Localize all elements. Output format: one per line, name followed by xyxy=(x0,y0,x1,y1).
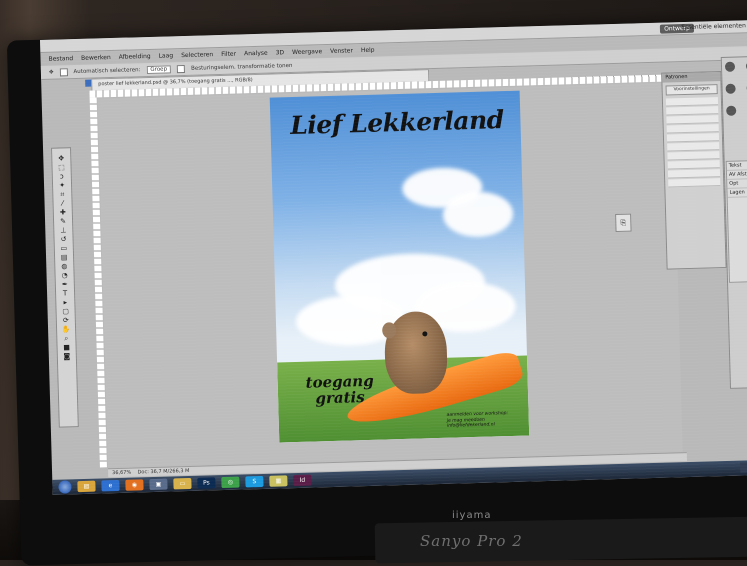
character-panel-tab[interactable]: Tekst xyxy=(727,161,747,171)
preset-item[interactable] xyxy=(667,124,719,133)
monitor-brand: iiyama xyxy=(452,510,491,521)
menu-weergave[interactable]: Weergave xyxy=(292,48,322,56)
menu-analyse[interactable]: Analyse xyxy=(244,49,268,57)
brush-icon[interactable]: ✎ xyxy=(57,217,68,225)
brush-preset-icon[interactable] xyxy=(725,62,735,72)
preset-item[interactable] xyxy=(666,115,718,124)
menu-bewerken[interactable]: Bewerken xyxy=(81,54,111,62)
menu-selecteren[interactable]: Selecteren xyxy=(181,51,213,59)
system-tray[interactable] xyxy=(740,462,747,473)
color-swatch-icon[interactable]: ■ xyxy=(61,343,72,351)
spotify-icon[interactable]: ◎ xyxy=(221,477,239,488)
menu-3d[interactable]: 3D xyxy=(276,49,285,56)
eyedropper-icon[interactable]: ⁄ xyxy=(57,199,68,207)
healing-icon[interactable]: ✚ xyxy=(57,208,68,216)
zoom-level[interactable]: 36,67% xyxy=(112,470,131,477)
quick-mask-icon[interactable]: ◙ xyxy=(61,352,72,360)
brush-preset-icon[interactable] xyxy=(725,84,735,94)
menu-help[interactable]: Help xyxy=(361,46,375,53)
character-panel: Tekst AV Afstand Opt Lagen xyxy=(726,160,747,283)
internet-explorer-icon[interactable]: e xyxy=(101,480,119,491)
lasso-icon[interactable]: ↄ xyxy=(56,172,67,180)
poster-artwork: Lief Lekkerland toegang gratis aanmelden… xyxy=(270,91,530,443)
explorer-icon[interactable]: ▤ xyxy=(77,481,95,492)
preset-item[interactable] xyxy=(666,97,718,106)
tools-panel: ✥ ⬚ ↄ ✦ ⌗ ⁄ ✚ ✎ ⊥ ↺ ▭ ▤ ◍ ◔ ✒ T ▸ ▢ ⟳ ✋ … xyxy=(51,147,79,427)
menu-venster[interactable]: Venster xyxy=(330,47,353,55)
shape-icon[interactable]: ▢ xyxy=(60,307,71,315)
preset-item[interactable] xyxy=(668,160,720,169)
stamp-icon[interactable]: ⊥ xyxy=(58,226,69,234)
move-icon[interactable]: ✥ xyxy=(56,154,67,162)
monitor-screen: Ontwerp Essentiële elementen Bestand Bew… xyxy=(40,20,747,495)
type-icon[interactable]: T xyxy=(59,289,70,297)
firefox-icon[interactable]: ◉ xyxy=(125,479,143,490)
brush-preset-icon[interactable] xyxy=(726,106,736,116)
photoshop-icon[interactable]: Ps xyxy=(197,477,215,488)
tracking-field[interactable]: AV Afstand xyxy=(727,170,747,180)
preset-item[interactable] xyxy=(666,106,718,115)
layers-panel-tab[interactable]: Lagen xyxy=(727,188,747,198)
menu-afbeelding[interactable]: Afbeelding xyxy=(119,52,151,60)
menu-bestand[interactable]: Bestand xyxy=(48,55,73,63)
bunny-image xyxy=(384,311,448,395)
pen-icon[interactable]: ✒ xyxy=(59,280,70,288)
move-tool-icon[interactable]: ✥ xyxy=(49,69,54,75)
keyboard-label: Sanyo Pro 2 xyxy=(420,532,523,550)
bunny-eye xyxy=(422,331,427,336)
gradient-icon[interactable]: ▤ xyxy=(58,253,69,261)
magic-wand-icon[interactable]: ✦ xyxy=(56,181,67,189)
auto-select-dropdown[interactable]: Groep xyxy=(146,65,171,74)
photos-icon[interactable]: ▣ xyxy=(149,479,167,490)
document-size: Doc: 36,7 M/266,3 M xyxy=(137,468,189,475)
zoom-icon[interactable]: ⌕ xyxy=(61,334,72,342)
folder-icon[interactable]: ▭ xyxy=(173,478,191,489)
patterns-panel-title[interactable]: Patronen xyxy=(662,72,720,83)
dodge-icon[interactable]: ◔ xyxy=(59,271,70,279)
floating-panel-icon[interactable]: ⎘ xyxy=(615,214,631,232)
eraser-icon[interactable]: ▭ xyxy=(58,244,69,252)
patterns-panel: Patronen Voorinstellingen xyxy=(661,71,726,270)
poster-title: Lief Lekkerland xyxy=(284,105,510,140)
hand-icon[interactable]: ✋ xyxy=(60,325,71,333)
character-option[interactable]: Opt xyxy=(727,179,747,189)
marquee-icon[interactable]: ⬚ xyxy=(56,163,67,171)
preset-item[interactable] xyxy=(667,151,719,160)
presets-button[interactable]: Voorinstellingen xyxy=(666,84,718,95)
blur-icon[interactable]: ◍ xyxy=(59,262,70,270)
preset-item[interactable] xyxy=(668,178,720,187)
3d-rotate-icon[interactable]: ⟳ xyxy=(60,316,71,324)
cloud xyxy=(442,191,513,238)
auto-select-checkbox[interactable] xyxy=(59,68,67,76)
preset-item[interactable] xyxy=(668,169,720,178)
start-button-icon[interactable] xyxy=(58,480,71,493)
auto-select-label: Automatisch selecteren: xyxy=(73,67,140,75)
notes-icon[interactable]: ▦ xyxy=(269,475,287,486)
poster-info: aanmelden voor workshop: je mag meedoen … xyxy=(447,411,525,430)
history-brush-icon[interactable]: ↺ xyxy=(58,235,69,243)
preset-item[interactable] xyxy=(667,133,719,142)
indesign-icon[interactable]: Id xyxy=(293,475,311,486)
menu-laag[interactable]: Laag xyxy=(159,52,174,59)
crop-icon[interactable]: ⌗ xyxy=(57,190,68,198)
poster-free-entry: toegang gratis xyxy=(299,373,380,407)
bunny-ear xyxy=(382,322,396,338)
transform-controls-label: Besturingselem. transformatie tonen xyxy=(191,62,293,71)
menu-filter[interactable]: Filter xyxy=(221,50,236,57)
path-selection-icon[interactable]: ▸ xyxy=(60,298,71,306)
preset-item[interactable] xyxy=(667,142,719,151)
transform-controls-checkbox[interactable] xyxy=(177,64,185,72)
skype-icon[interactable]: S xyxy=(245,476,263,487)
